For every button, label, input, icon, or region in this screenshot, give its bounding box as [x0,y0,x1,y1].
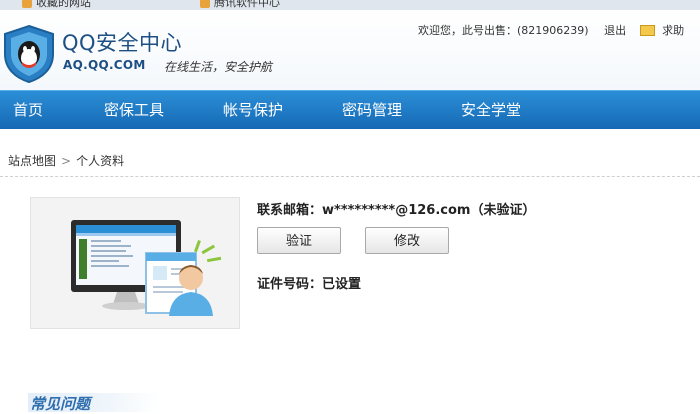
nav-item-home[interactable]: 首页 [13,91,43,129]
id-number-value: 已设置 [322,277,361,292]
browser-tab[interactable]: 腾讯软件中心 [200,0,280,10]
contact-email-field: 联系邮箱：w*********@126.com（未验证） [257,199,535,218]
breadcrumb-root-link[interactable]: 站点地图 [8,154,56,168]
breadcrumb-current: 个人资料 [76,154,124,168]
user-bar: 欢迎您，此号出售：(821906239) 退出 求助 举报 [418,22,700,38]
logout-link[interactable]: 退出 [604,24,626,37]
nav-item-password-management[interactable]: 密码管理 [342,91,402,129]
contact-email-value: w*********@126.com（未验证） [322,203,535,218]
logo-slogan: 在线生活，安全护航 [164,58,272,75]
mail-icon[interactable] [640,25,655,36]
browser-tab[interactable]: 收藏的网站 [22,0,91,10]
favicon-icon [200,0,210,8]
monitor-user-illustration-icon [31,198,239,328]
faq-section-header: 常见问题 [28,393,158,412]
browser-tab-label: 腾讯软件中心 [214,0,280,9]
logo-domain: AQ.QQ.COM [63,58,146,72]
favicon-icon [22,0,32,8]
site-header: QQ安全中心 AQ.QQ.COM 在线生活，安全护航 欢迎您，此号出售：(821… [0,10,700,90]
breadcrumb: 站点地图 > 个人资料 [8,152,124,169]
help-link[interactable]: 求助 [662,24,684,37]
main-nav: 首页 密保工具 帐号保护 密码管理 安全学堂 [0,90,700,129]
id-number-field: 证件号码：已设置 [257,273,361,292]
faq-title: 常见问题 [30,393,90,414]
contact-email-label: 联系邮箱： [257,203,322,218]
id-number-label: 证件号码： [257,277,322,292]
qq-shield-logo-icon[interactable] [2,24,56,84]
nav-item-account-protection[interactable]: 帐号保护 [223,91,283,129]
section-divider [0,176,700,177]
welcome-text: 欢迎您，此号出售：(821906239) [418,24,589,37]
nav-item-security-school[interactable]: 安全学堂 [461,91,521,129]
nav-item-security-tools[interactable]: 密保工具 [104,91,164,129]
browser-tab-label: 收藏的网站 [36,0,91,9]
verify-button[interactable]: 验证 [257,227,341,254]
profile-illustration [30,197,240,329]
modify-button[interactable]: 修改 [365,227,449,254]
breadcrumb-separator: > [61,154,71,168]
logo-title[interactable]: QQ安全中心 [62,27,182,57]
